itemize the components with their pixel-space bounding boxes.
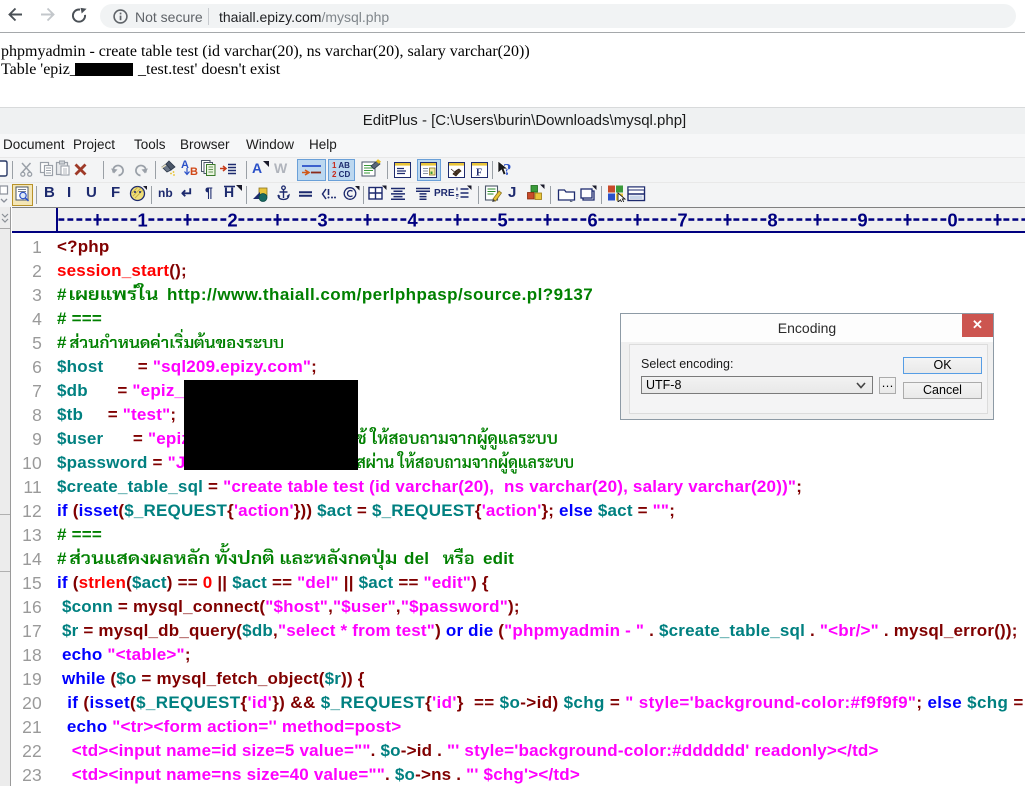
svg-text:2: 2 (227, 210, 237, 231)
svg-text:1: 1 (137, 210, 147, 231)
svg-text:0: 0 (947, 210, 957, 231)
svg-text:4: 4 (407, 210, 418, 231)
svg-text:F: F (476, 168, 482, 179)
svg-text:9: 9 (857, 210, 867, 231)
svg-text:3: 3 (317, 210, 327, 231)
svg-text:6: 6 (587, 210, 597, 231)
svg-text:7: 7 (677, 210, 687, 231)
svg-text:8: 8 (767, 210, 777, 231)
svg-text:5: 5 (497, 210, 507, 231)
